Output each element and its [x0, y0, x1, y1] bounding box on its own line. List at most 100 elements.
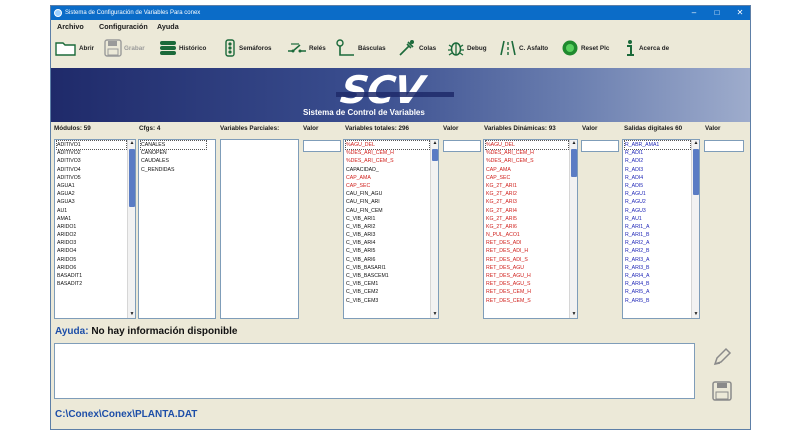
list-item[interactable]: CAP_AMA — [346, 174, 429, 182]
save-help-button[interactable] — [711, 380, 733, 402]
list-item[interactable]: RET_DES_AGU_H — [486, 272, 568, 280]
list-item[interactable]: R_AU1 — [625, 215, 690, 223]
minimize-button[interactable]: – — [684, 6, 704, 20]
help-textarea[interactable] — [54, 343, 695, 399]
list-item[interactable]: C_RENDIDAS — [141, 166, 206, 174]
list-item[interactable]: N_PUL_ACO1 — [486, 231, 568, 239]
list-item[interactable]: ADITIVO2 — [57, 149, 126, 157]
list-item[interactable]: AU1 — [57, 207, 126, 215]
parciales-list[interactable] — [220, 139, 299, 319]
list-item[interactable]: %AGU_DEL — [485, 140, 569, 151]
list-item[interactable]: ARIDO3 — [57, 239, 126, 247]
list-item[interactable]: R_ADI2 — [625, 157, 690, 165]
close-button[interactable]: ✕ — [730, 6, 750, 20]
salidas-list[interactable]: R_ABR_AMA1 R_ADI1 R_ADI2 R_ADI3 R_ADI4 R_ADI5… — [622, 139, 700, 319]
list-item[interactable]: ADITIVO1 — [56, 140, 127, 151]
list-item[interactable]: RET_DES_CEM_S — [486, 297, 568, 305]
list-item[interactable]: ARIDO5 — [57, 256, 126, 264]
list-item[interactable]: CAU_FIN_CEM — [346, 207, 429, 215]
list-item[interactable]: ADITIVO3 — [57, 157, 126, 165]
list-item[interactable]: %DES_ARI_CEM_H — [486, 149, 568, 157]
colas-button[interactable]: Colas — [397, 38, 436, 58]
list-item[interactable]: %DES_ARI_CEM_H — [346, 149, 429, 157]
list-item[interactable]: CAP_SEC — [486, 174, 568, 182]
list-item[interactable]: CAPACIDAD_ — [346, 166, 429, 174]
modulos-list[interactable]: ADITIVO1 ADITIVO2 ADITIVO3 ADITIVO4 ADITIVO5… — [54, 139, 136, 319]
list-item[interactable]: RET_DES_AGU_S — [486, 280, 568, 288]
list-item[interactable]: %DES_ARI_CEM_S — [486, 157, 568, 165]
menu-ayuda[interactable]: Ayuda — [157, 20, 179, 34]
list-item[interactable]: ARIDO6 — [57, 264, 126, 272]
list-item[interactable]: ARIDO2 — [57, 231, 126, 239]
list-item[interactable]: C_VIB_ARI3 — [346, 231, 429, 239]
list-item[interactable]: CANALES — [140, 140, 207, 151]
list-item[interactable]: C_VIB_ARI4 — [346, 239, 429, 247]
list-item[interactable]: C_VIB_CEM1 — [346, 280, 429, 288]
list-item[interactable]: ARIDO1 — [57, 223, 126, 231]
list-item[interactable]: C_VIB_ARI5 — [346, 247, 429, 255]
totales-scrollbar[interactable]: ▲ ▼ — [430, 140, 438, 318]
list-item[interactable]: CAP_SEC — [346, 182, 429, 190]
list-item[interactable]: CANOPEN — [141, 149, 206, 157]
cfgs-list[interactable]: CANALES CANOPEN CAUDALES C_RENDIDAS — [138, 139, 216, 319]
list-item[interactable]: BASADIT1 — [57, 272, 126, 280]
debug-button[interactable]: Debug — [447, 38, 487, 58]
list-item[interactable]: %AGU_DEL — [345, 140, 430, 151]
historico-button[interactable]: Histórico — [159, 38, 206, 58]
reles-button[interactable]: Relés — [287, 38, 326, 58]
menu-configuracion[interactable]: Configuración — [99, 20, 148, 34]
modulos-scrollbar[interactable]: ▲ ▼ — [127, 140, 135, 318]
list-item[interactable]: R_ARI3_A — [625, 256, 690, 264]
list-item[interactable]: R_ARI1_B — [625, 231, 690, 239]
list-item[interactable]: KG_2T_ARI4 — [486, 207, 568, 215]
totales-list[interactable]: %AGU_DEL %DES_ARI_CEM_H %DES_ARI_CEM_S CAPA… — [343, 139, 439, 319]
list-item[interactable]: KG_2T_ARI5 — [486, 215, 568, 223]
list-item[interactable]: R_ADI4 — [625, 174, 690, 182]
c-asfalto-button[interactable]: C. Asfalto — [499, 38, 548, 58]
list-item[interactable]: RET_DES_CEM_H — [486, 288, 568, 296]
acerca-de-button[interactable]: Acerca de — [623, 38, 669, 58]
dinamicas-list[interactable]: %AGU_DEL %DES_ARI_CEM_H %DES_ARI_CEM_S CAP_… — [483, 139, 578, 319]
salidas-scrollbar[interactable]: ▲ ▼ — [691, 140, 699, 318]
valor-field-4[interactable] — [704, 140, 744, 152]
list-item[interactable]: BASADIT2 — [57, 280, 126, 288]
dinamicas-scrollbar[interactable]: ▲ ▼ — [569, 140, 577, 318]
list-item[interactable]: ADITIVO4 — [57, 166, 126, 174]
list-item[interactable]: AMA1 — [57, 215, 126, 223]
list-item[interactable]: KG_2T_ARI1 — [486, 182, 568, 190]
list-item[interactable]: R_ARI5_A — [625, 288, 690, 296]
list-item[interactable]: R_ADI3 — [625, 166, 690, 174]
list-item[interactable]: %DES_ARI_CEM_S — [346, 157, 429, 165]
reset-plc-button[interactable]: Reset Plc — [561, 38, 609, 58]
list-item[interactable]: R_ARI1_A — [625, 223, 690, 231]
abrir-button[interactable]: Abrir — [55, 38, 94, 58]
list-item[interactable]: C_VIB_ARI2 — [346, 223, 429, 231]
valor-field-2[interactable] — [443, 140, 481, 152]
list-item[interactable]: RET_DES_AGU — [486, 264, 568, 272]
list-item[interactable]: KG_2T_ARI2 — [486, 190, 568, 198]
list-item[interactable]: AGUA3 — [57, 198, 126, 206]
list-item[interactable]: R_ARI4_B — [625, 280, 690, 288]
maximize-button[interactable]: □ — [707, 6, 727, 20]
valor-field-3[interactable] — [581, 140, 619, 152]
list-item[interactable]: R_ADI1 — [625, 149, 690, 157]
list-item[interactable]: C_VIB_ARI1 — [346, 215, 429, 223]
semaforos-button[interactable]: Semáforos — [223, 38, 272, 58]
list-item[interactable]: AGUA1 — [57, 182, 126, 190]
valor-field-1[interactable] — [303, 140, 341, 152]
menu-archivo[interactable]: Archivo — [57, 20, 84, 34]
list-item[interactable]: CAU_FIN_AGU — [346, 190, 429, 198]
list-item[interactable]: KG_2T_ARI6 — [486, 223, 568, 231]
list-item[interactable]: R_ARI2_A — [625, 239, 690, 247]
list-item[interactable]: RET_DES_ADI — [486, 239, 568, 247]
list-item[interactable]: R_ARI4_A — [625, 272, 690, 280]
list-item[interactable]: RET_DES_ADI_H — [486, 247, 568, 255]
list-item[interactable]: R_AGU1 — [625, 190, 690, 198]
list-item[interactable]: C_VIB_BASARI1 — [346, 264, 429, 272]
list-item[interactable]: R_ARI3_B — [625, 264, 690, 272]
list-item[interactable]: RET_DES_ADI_S — [486, 256, 568, 264]
list-item[interactable]: C_VIB_CEM2 — [346, 288, 429, 296]
edit-button[interactable] — [711, 346, 733, 368]
list-item[interactable]: R_ADI5 — [625, 182, 690, 190]
list-item[interactable]: ARIDO4 — [57, 247, 126, 255]
